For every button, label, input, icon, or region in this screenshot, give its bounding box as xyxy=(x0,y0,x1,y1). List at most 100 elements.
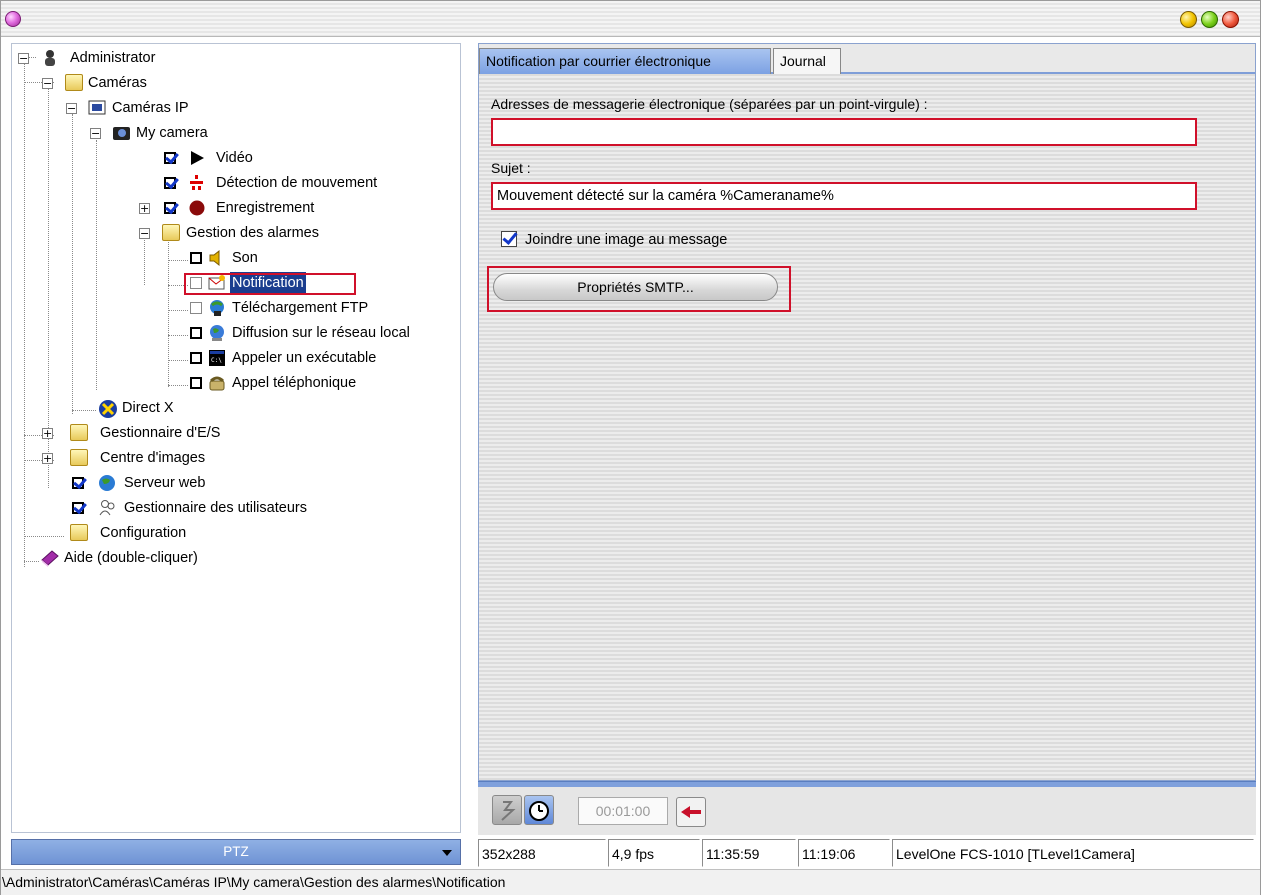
timer-input[interactable]: 00:01:00 xyxy=(578,797,668,825)
ip-camera-icon xyxy=(88,99,106,116)
folder-open-icon xyxy=(65,74,83,91)
tree-node-io-manager[interactable]: + Gestionnaire d'E/S xyxy=(12,422,452,444)
globe-icon xyxy=(98,474,116,491)
tree-node-ftp-upload[interactable]: Téléchargement FTP xyxy=(12,297,452,319)
ptz-dropdown[interactable]: PTZ xyxy=(11,839,461,865)
stopwatch-icon xyxy=(529,801,549,821)
sound-checkbox[interactable] xyxy=(190,252,202,264)
chevron-down-icon xyxy=(442,850,452,856)
configuration-folder-icon xyxy=(70,524,88,541)
tree-label: Administrator xyxy=(70,50,156,66)
tree-node-image-center[interactable]: + Centre d'images xyxy=(12,447,452,469)
status-time-start: 11:19:06 xyxy=(798,839,890,867)
tree-label: Détection de mouvement xyxy=(216,175,378,191)
recording-checkbox[interactable] xyxy=(164,202,176,214)
tree-node-motion-detection[interactable]: Détection de mouvement xyxy=(12,172,452,194)
tree-label: Gestionnaire d'E/S xyxy=(100,425,221,441)
expand-icon[interactable]: + xyxy=(139,203,150,214)
tree-node-run-executable[interactable]: C:\ Appeler un exécutable xyxy=(12,347,452,369)
svg-text:C:\: C:\ xyxy=(211,357,222,364)
tree-label: My camera xyxy=(136,125,208,141)
tree-node-ip-cameras[interactable]: − Caméras IP xyxy=(12,97,452,119)
directx-icon xyxy=(98,399,117,418)
status-time-current: 11:35:59 xyxy=(702,839,796,867)
notification-panel: Notification par courrier électronique J… xyxy=(478,43,1256,781)
tree-label: Aide (double-cliquer) xyxy=(64,550,198,566)
ptz-label: PTZ xyxy=(223,844,249,859)
tree-node-user-manager[interactable]: Gestionnaire des utilisateurs xyxy=(12,497,452,519)
attach-image-label: Joindre une image au message xyxy=(525,232,728,248)
tree-node-configuration[interactable]: Configuration xyxy=(12,522,452,544)
expand-icon[interactable]: + xyxy=(42,428,53,439)
tree-node-web-server[interactable]: Serveur web xyxy=(12,472,452,494)
tree-label: Caméras IP xyxy=(112,100,189,116)
maximize-button[interactable] xyxy=(1201,11,1218,28)
ftp-checkbox[interactable] xyxy=(190,302,202,314)
collapse-icon[interactable]: − xyxy=(139,228,150,239)
tree-label: Serveur web xyxy=(124,475,206,491)
email-input[interactable] xyxy=(491,118,1197,146)
app-menu-icon[interactable] xyxy=(5,11,21,27)
expand-icon[interactable]: + xyxy=(42,453,53,464)
tree-node-phone-call[interactable]: Appel téléphonique xyxy=(12,372,452,394)
back-arrow-button[interactable] xyxy=(676,797,706,827)
attach-image-check-icon xyxy=(501,231,517,247)
camera-icon xyxy=(112,124,130,141)
tree-node-alarm-management[interactable]: − Gestion des alarmes xyxy=(12,222,452,244)
collapse-icon[interactable]: − xyxy=(66,103,77,114)
path-bar: \Administrator\Caméras\Caméras IP\My cam… xyxy=(1,869,1260,895)
tab-label: Journal xyxy=(780,53,826,69)
smtp-properties-button[interactable]: Propriétés SMTP... xyxy=(493,273,778,301)
phone-call-checkbox[interactable] xyxy=(190,377,202,389)
user-manager-checkbox[interactable] xyxy=(72,502,84,514)
close-button[interactable] xyxy=(1222,11,1239,28)
tree-label: Appeler un exécutable xyxy=(232,350,377,366)
video-checkbox[interactable] xyxy=(164,152,176,164)
tab-journal[interactable]: Journal xyxy=(773,48,841,74)
tree-node-directx[interactable]: Direct X xyxy=(12,397,452,419)
motion-detection-checkbox[interactable] xyxy=(164,177,176,189)
tree-node-cameras[interactable]: − Caméras xyxy=(12,72,452,94)
tree-node-sound[interactable]: Son xyxy=(12,247,452,269)
status-resolution: 352x288 xyxy=(478,839,606,867)
minimize-button[interactable] xyxy=(1180,11,1197,28)
tree-node-administrator[interactable]: − Administrator xyxy=(12,47,452,69)
tab-email-notification[interactable]: Notification par courrier électronique xyxy=(479,48,771,74)
tree-node-recording[interactable]: + Enregistrement xyxy=(12,197,452,219)
tree-node-my-camera[interactable]: − My camera xyxy=(12,122,452,144)
attach-image-checkbox[interactable]: Joindre une image au message xyxy=(501,229,801,251)
help-book-icon xyxy=(40,549,59,567)
phone-icon xyxy=(208,374,226,391)
arrow-left-icon xyxy=(681,806,701,818)
collapse-icon[interactable]: − xyxy=(42,78,53,89)
link-icon xyxy=(501,801,516,821)
link-button[interactable] xyxy=(492,795,522,825)
record-icon xyxy=(188,199,206,216)
tree-node-video[interactable]: Vidéo xyxy=(12,147,452,169)
collapse-icon[interactable]: − xyxy=(90,128,101,139)
tree-label: Enregistrement xyxy=(216,200,315,216)
tree-label: Son xyxy=(232,250,258,266)
administrator-icon xyxy=(41,49,59,66)
collapse-icon[interactable]: − xyxy=(18,53,29,64)
timer-button[interactable] xyxy=(524,795,554,825)
executable-checkbox[interactable] xyxy=(190,352,202,364)
speaker-icon xyxy=(208,249,226,267)
status-fps: 4,9 fps xyxy=(608,839,700,867)
subject-label: Sujet : xyxy=(491,160,531,176)
folder-open-icon xyxy=(162,224,180,241)
lan-broadcast-checkbox[interactable] xyxy=(190,327,202,339)
status-camera: LevelOne FCS-1010 [TLevel1Camera] xyxy=(892,839,1254,867)
tree-node-help[interactable]: Aide (double-cliquer) xyxy=(12,547,452,569)
web-server-checkbox[interactable] xyxy=(72,477,84,489)
tree-label: Direct X xyxy=(122,400,174,416)
users-icon xyxy=(98,499,116,516)
tree-label: Gestion des alarmes xyxy=(186,225,319,241)
subject-input[interactable]: Mouvement détecté sur la caméra %Cameran… xyxy=(491,182,1197,210)
tab-bar: Notification par courrier électronique J… xyxy=(479,44,1255,74)
bottom-toolbar: 00:01:00 xyxy=(478,787,1256,835)
play-icon xyxy=(188,149,206,166)
application-window: − Administrator − Caméras − Caméras IP − xyxy=(0,0,1261,895)
tree-label: Diffusion sur le réseau local xyxy=(232,325,410,341)
tree-node-lan-broadcast[interactable]: Diffusion sur le réseau local xyxy=(12,322,452,344)
